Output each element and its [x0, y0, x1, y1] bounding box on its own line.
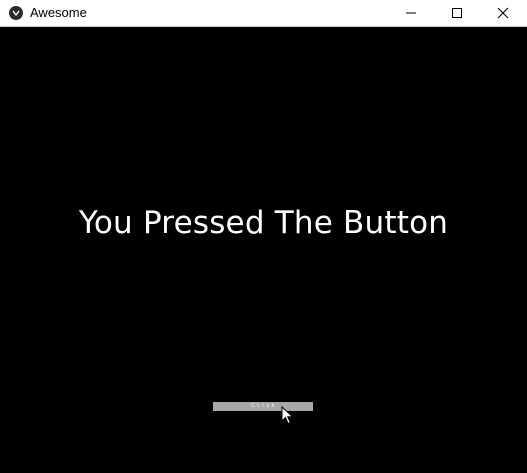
app-canvas: You Pressed The Button Ｃｌｉｃｋ [0, 27, 527, 473]
minimize-button[interactable] [388, 0, 434, 26]
mouse-cursor-icon [281, 406, 294, 425]
click-button[interactable]: Ｃｌｉｃｋ [213, 402, 313, 411]
kivy-app-icon [9, 6, 23, 20]
window-title: Awesome [30, 5, 87, 20]
app-window: Awesome You Pressed The Button Ｃｌｉｃｋ [0, 0, 527, 473]
maximize-button[interactable] [434, 0, 480, 26]
close-button[interactable] [480, 0, 526, 26]
pressed-message: You Pressed The Button [78, 205, 449, 241]
close-icon [497, 7, 509, 19]
maximize-icon [452, 8, 462, 18]
minimize-icon [406, 12, 416, 14]
title-bar[interactable]: Awesome [0, 0, 527, 27]
